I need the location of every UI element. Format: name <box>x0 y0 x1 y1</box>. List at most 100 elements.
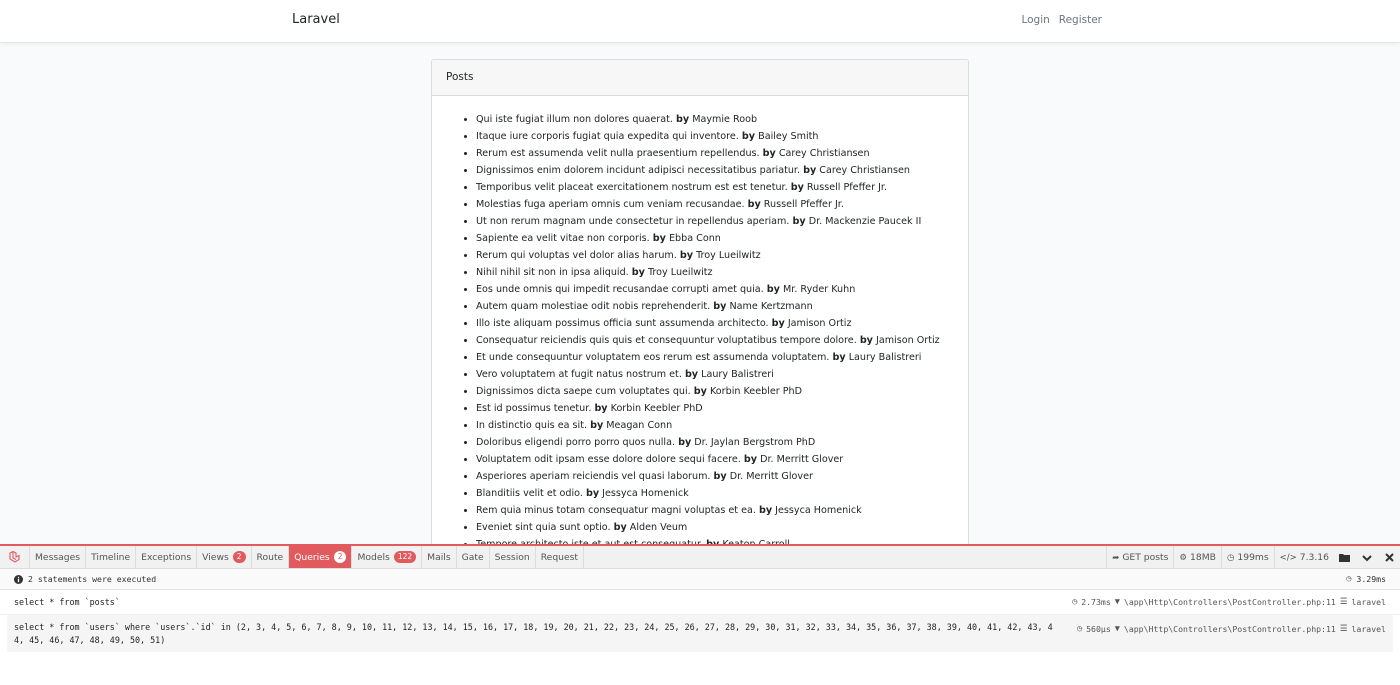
clock-icon: ◷ <box>1076 623 1083 634</box>
tab-views[interactable]: Views 2 <box>197 546 252 568</box>
clock-icon: ◷ <box>1346 574 1352 584</box>
route-indicator[interactable]: ➦ GET posts <box>1106 546 1173 569</box>
post-by: by <box>613 522 627 533</box>
post-title: Dignissimos dicta saepe cum voluptates q… <box>476 386 691 397</box>
tab-route[interactable]: Route <box>252 546 290 568</box>
statement-source: \app\Http\Controllers\PostController.php… <box>1123 623 1336 634</box>
post-author: Dr. Merritt Glover <box>729 471 813 482</box>
tab-messages[interactable]: Messages <box>30 546 87 568</box>
card-header: Posts <box>432 60 968 96</box>
post-by: by <box>762 148 776 159</box>
post-title: Molestias fuga aperiam omnis cum veniam … <box>476 199 745 210</box>
statement-connection: laravel <box>1351 623 1386 634</box>
tab-label: Models <box>357 551 390 563</box>
tab-models[interactable]: Models 122 <box>352 546 423 568</box>
post-by: by <box>693 386 707 397</box>
post-by: by <box>792 216 806 227</box>
tab-label: Exceptions <box>141 551 192 563</box>
statement-meta: ◷ 560μs ▼ \app\Http\Controllers\PostCont… <box>1077 615 1386 643</box>
memory-label: 18MB <box>1190 552 1216 563</box>
post-title: Voluptatem odit ipsam esse dolore dolore… <box>476 454 741 465</box>
post-title: Nihil nihil sit non in ipsa aliquid. <box>476 267 629 278</box>
post-by: by <box>631 267 645 278</box>
post-item: Temporibus velit placeat exercitationem … <box>476 179 968 196</box>
post-by: by <box>713 301 727 312</box>
tab-timeline[interactable]: Timeline <box>86 546 137 568</box>
post-item: Illo iste aliquam possimus officia sunt … <box>476 315 968 332</box>
tab-session[interactable]: Session <box>490 546 536 568</box>
post-item: Itaque iure corporis fugiat quia expedit… <box>476 128 968 145</box>
nav-auth-links: Login Register <box>1021 14 1102 26</box>
debugbar-tabs: Messages Timeline Exceptions Views 2 Route Que… <box>30 546 585 568</box>
time-indicator[interactable]: ◷ 199ms <box>1220 546 1274 569</box>
post-author: Alden Veum <box>629 522 688 533</box>
total-time-text: 3.29ms <box>1356 574 1386 584</box>
time-label: 199ms <box>1237 552 1269 563</box>
statement-duration: 2.73ms <box>1081 597 1111 607</box>
tab-badge: 2 <box>333 551 347 563</box>
post-title: In distinctio quis ea sit. <box>476 420 588 431</box>
post-title: Autem quam molestiae odit nobis reprehen… <box>476 301 711 312</box>
tab-exceptions[interactable]: Exceptions <box>136 546 198 568</box>
post-author: Russell Pfeffer Jr. <box>763 199 844 210</box>
tab-label: Request <box>540 551 579 563</box>
post-by: by <box>743 454 757 465</box>
tab-mails[interactable]: Mails <box>422 546 457 568</box>
post-author: Jessyca Homenick <box>775 505 862 516</box>
tab-request[interactable]: Request <box>536 546 585 568</box>
php-indicator: </> 7.3.16 <box>1273 546 1334 569</box>
chevron-down-icon[interactable] <box>1356 546 1378 569</box>
thumbtack-icon: ▼ <box>1114 623 1120 634</box>
clock-icon: ◷ <box>1226 552 1235 563</box>
tab-queries[interactable]: Queries 2 <box>289 546 353 568</box>
post-author: Carey Christiansen <box>778 148 870 159</box>
post-title: Temporibus velit placeat exercitationem … <box>476 182 788 193</box>
post-list: Qui iste fugiat illum non dolores quaera… <box>432 96 968 553</box>
debugbar: Messages Timeline Exceptions Views 2 Route Que… <box>0 544 1400 685</box>
memory-indicator: ⚙ 18MB <box>1173 546 1221 569</box>
register-link[interactable]: Register <box>1059 14 1102 26</box>
post-item: Molestias fuga aperiam omnis cum veniam … <box>476 196 968 213</box>
post-item: Blanditiis velit et odio. by Jessyca Hom… <box>476 485 968 502</box>
php-version-label: 7.3.16 <box>1299 552 1329 563</box>
thumbtack-icon: ▼ <box>1114 597 1120 607</box>
database-icon: ☰ <box>1339 597 1348 607</box>
brand-link[interactable]: Laravel <box>292 12 340 27</box>
tab-label: Queries <box>294 551 330 563</box>
close-icon[interactable] <box>1378 546 1400 569</box>
debugbar-header: Messages Timeline Exceptions Views 2 Route Que… <box>0 546 1400 569</box>
laravel-logo-icon[interactable] <box>0 546 30 568</box>
post-item: Nihil nihil sit non in ipsa aliquid. by … <box>476 264 968 281</box>
tab-label: Views <box>202 551 229 563</box>
post-by: by <box>594 403 608 414</box>
statement-source: \app\Http\Controllers\PostController.php… <box>1123 597 1336 607</box>
post-item: Qui iste fugiat illum non dolores quaera… <box>476 111 968 128</box>
post-by: by <box>678 437 692 448</box>
post-item: Consequatur reiciendis quis quis et cons… <box>476 332 968 349</box>
post-title: Sapiente ea velit vitae non corporis. <box>476 233 650 244</box>
post-item: Vero voluptatem at fugit natus nostrum e… <box>476 366 968 383</box>
post-item: In distinctio quis ea sit. by Meagan Con… <box>476 417 968 434</box>
post-by: by <box>590 420 604 431</box>
post-author: Maymie Roob <box>692 114 758 125</box>
post-title: Eos unde omnis qui impedit recusandae co… <box>476 284 764 295</box>
post-by: by <box>741 131 756 142</box>
sql-text: select * from `posts` <box>14 597 120 607</box>
tab-gate[interactable]: Gate <box>457 546 490 568</box>
sql-text: select * from `users` where `users`.`id`… <box>14 622 1053 645</box>
post-item: Dignissimos enim dolorem incidunt adipis… <box>476 162 968 179</box>
post-author: Mr. Ryder Kuhn <box>782 284 856 295</box>
post-title: Doloribus eligendi porro porro quos null… <box>476 437 676 448</box>
login-link[interactable]: Login <box>1021 14 1049 26</box>
share-icon: ➦ <box>1112 552 1120 563</box>
post-item: Et unde consequuntur voluptatem eos reru… <box>476 349 968 366</box>
statements-count-text: 2 statements were executed <box>28 574 157 584</box>
post-author: Ebba Conn <box>668 233 721 244</box>
post-title: Dignissimos enim dolorem incidunt adipis… <box>476 165 801 176</box>
post-author: Meagan Conn <box>606 420 673 431</box>
post-item: Voluptatem odit ipsam esse dolore dolore… <box>476 451 968 468</box>
post-title: Qui iste fugiat illum non dolores quaera… <box>476 114 673 125</box>
folder-icon[interactable] <box>1334 546 1356 569</box>
sql-statement[interactable]: select * from `posts` ◷ 2.73ms ▼ \app\Ht… <box>0 590 1400 615</box>
sql-statement[interactable]: select * from `users` where `users`.`id`… <box>7 615 1393 652</box>
